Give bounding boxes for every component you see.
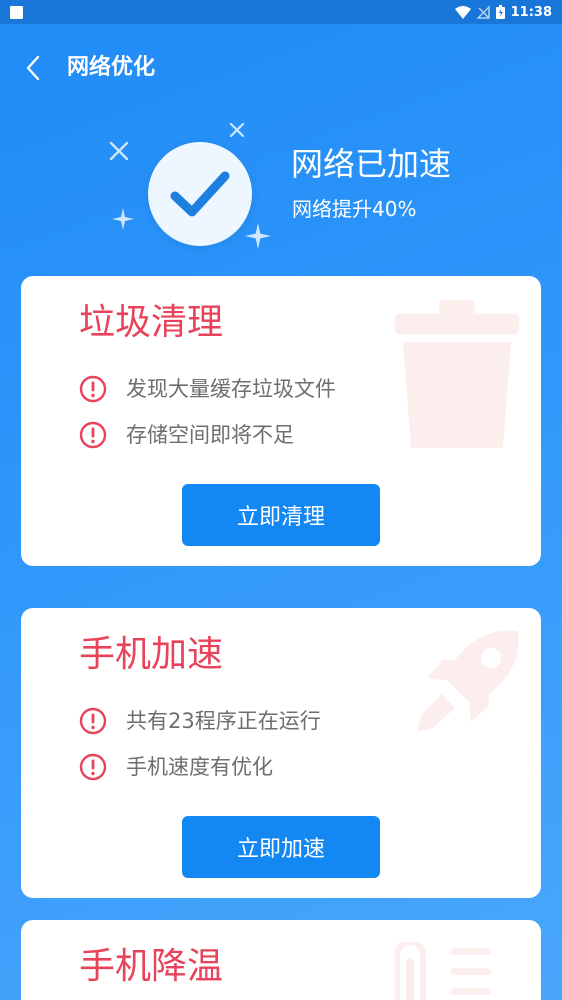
speedup-now-button[interactable]: 立即加速	[182, 816, 380, 878]
hero-title: 网络已加速	[291, 145, 452, 183]
battery-icon	[495, 5, 505, 19]
page-title: 网络优化	[67, 55, 156, 80]
thermometer-icon	[395, 942, 491, 1000]
no-signal-icon	[476, 5, 490, 19]
trash-icon	[395, 300, 519, 448]
clean-now-button[interactable]: 立即清理	[182, 484, 380, 546]
item-text: 发现大量缓存垃圾文件	[126, 377, 336, 401]
card-title: 垃圾清理	[79, 302, 224, 343]
list-item: 手机速度有优化	[79, 753, 273, 781]
alert-icon	[79, 753, 107, 781]
status-bar: 11:38	[0, 0, 562, 24]
chevron-left-icon	[26, 55, 40, 81]
alert-icon	[79, 375, 107, 403]
checkmark-icon	[170, 171, 230, 217]
alert-icon	[79, 421, 107, 449]
item-text: 存储空间即将不足	[126, 423, 294, 447]
junk-cleanup-card: 垃圾清理 发现大量缓存垃圾文件 存储空间即将不足 立即清理	[21, 276, 541, 566]
card-title: 手机加速	[79, 634, 224, 675]
rocket-icon	[417, 630, 519, 732]
status-hero: 网络已加速 网络提升40%	[0, 110, 562, 260]
alert-icon	[79, 707, 107, 735]
back-button[interactable]	[22, 54, 46, 82]
hero-subtitle: 网络提升40%	[292, 197, 417, 221]
item-text: 共有23程序正在运行	[126, 709, 321, 733]
sparkle-icon	[109, 141, 129, 161]
notification-icon	[10, 5, 23, 19]
phone-speedup-card: 手机加速 共有23程序正在运行 手机速度有优化 立即加速	[21, 608, 541, 898]
success-badge	[148, 142, 252, 246]
list-item: 发现大量缓存垃圾文件	[79, 375, 336, 403]
wifi-icon	[454, 5, 471, 19]
sparkle-icon	[112, 208, 134, 230]
clock-text: 11:38	[510, 4, 552, 20]
list-item: 存储空间即将不足	[79, 421, 294, 449]
phone-cooling-card: 手机降温	[21, 920, 541, 1000]
item-text: 手机速度有优化	[126, 755, 273, 779]
sparkle-icon	[245, 223, 271, 249]
sparkle-icon	[229, 122, 245, 138]
top-bar: 网络优化	[0, 48, 562, 88]
card-title: 手机降温	[79, 946, 224, 987]
list-item: 共有23程序正在运行	[79, 707, 321, 735]
